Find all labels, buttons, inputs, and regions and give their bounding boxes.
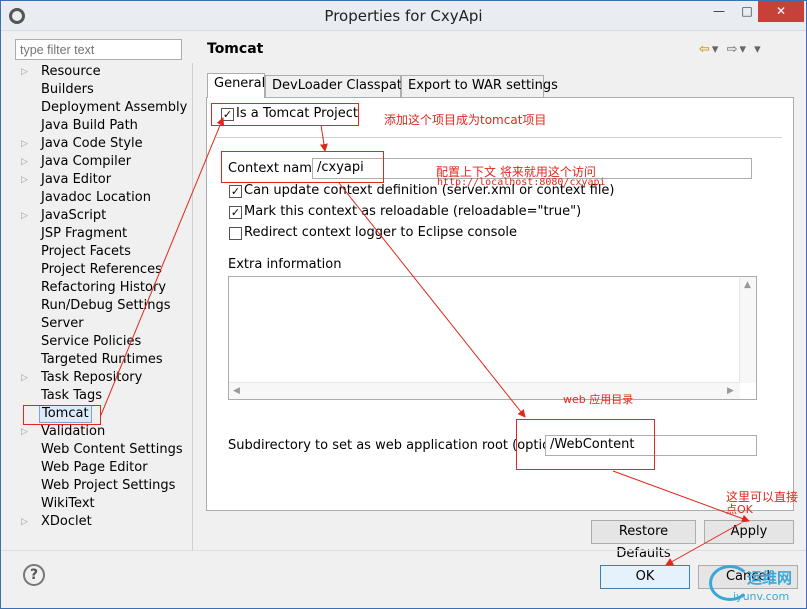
tree-item-label: Web Content Settings xyxy=(41,442,183,457)
watermark-url: iyunv.com xyxy=(733,590,790,603)
tree-item-label: Task Repository xyxy=(41,370,143,385)
extra-info-label: Extra information xyxy=(228,257,342,272)
tree-item-label: Java Code Style xyxy=(41,136,143,151)
tree-item-label: Task Tags xyxy=(41,388,102,403)
expand-arrow-icon[interactable]: ▷ xyxy=(21,171,28,189)
properties-dialog: Properties for CxyApi — □ ✕ ▷ Resource Bui… xyxy=(0,0,807,609)
back-arrow-icon[interactable]: ⇦ xyxy=(699,42,712,57)
scroll-right-icon[interactable]: ▶ xyxy=(727,386,734,396)
tab-general[interactable]: General xyxy=(207,73,265,98)
tree-item-label: Deployment Assembly xyxy=(41,100,188,115)
page-title: Tomcat xyxy=(207,41,264,57)
restore-defaults-button[interactable]: Restore Defaults xyxy=(591,520,696,561)
annotation-box-subdir xyxy=(516,419,655,470)
expand-arrow-icon[interactable]: ▷ xyxy=(21,369,28,387)
apply-button[interactable]: Apply xyxy=(704,520,794,544)
tree-item-label: Server xyxy=(41,316,84,331)
filter-input[interactable] xyxy=(15,39,182,60)
tree-item-label: Javadoc Location xyxy=(41,190,151,205)
extra-info-textarea[interactable]: ▲ ◀ ▶ xyxy=(228,276,757,400)
scroll-left-icon[interactable]: ◀ xyxy=(233,386,240,396)
reloadable-checkbox[interactable]: ✓ xyxy=(229,206,242,219)
nav-history: ⇦▾ ⇨▾ ▾ xyxy=(699,42,763,57)
annotation-box-tomcat-tree xyxy=(23,405,101,425)
ok-button[interactable]: OK xyxy=(600,565,690,589)
tree-item-label: Refactoring History xyxy=(41,280,167,295)
tree-item-label: Validation xyxy=(41,424,106,439)
title-bar: Properties for CxyApi — □ ✕ xyxy=(1,1,806,31)
tree-item-label: WikiText xyxy=(41,496,95,511)
vertical-scrollbar[interactable]: ▲ xyxy=(739,277,756,383)
close-button[interactable]: ✕ xyxy=(758,1,804,22)
scroll-up-icon[interactable]: ▲ xyxy=(744,280,751,290)
expand-arrow-icon[interactable]: ▷ xyxy=(21,135,28,153)
tree-item-label: Java Editor xyxy=(41,172,112,187)
annotation-ok-hint-line2: 点OK xyxy=(726,503,753,516)
tab-devloader-classpath[interactable]: DevLoader Classpath xyxy=(265,75,410,97)
redirect-logger-checkbox[interactable] xyxy=(229,227,242,240)
view-menu-icon[interactable]: ▾ xyxy=(754,42,763,57)
chevron-down-icon[interactable]: ▾ xyxy=(712,42,721,57)
tree-item-label: JavaScript xyxy=(41,208,107,223)
maximize-button[interactable]: □ xyxy=(733,1,761,22)
annotation-tomcat-project: 添加这个项目成为tomcat项目 xyxy=(384,113,547,127)
redirect-logger-label: Redirect context logger to Eclipse conso… xyxy=(244,225,518,240)
annotation-context-url: http://localhost:8080/cxyapi xyxy=(437,177,606,188)
expand-arrow-icon[interactable]: ▷ xyxy=(21,513,28,531)
tree-item-label: Run/Debug Settings xyxy=(41,298,171,313)
tree-item-label: Builders xyxy=(41,82,94,97)
minimize-button[interactable]: — xyxy=(705,1,733,22)
footer-separator xyxy=(1,550,806,551)
tree-item-label: Service Policies xyxy=(41,334,142,349)
watermark-name: 运维网 xyxy=(747,569,793,587)
tree-item-label: Web Project Settings xyxy=(41,478,176,493)
expand-arrow-icon[interactable]: ▷ xyxy=(21,63,28,81)
reloadable-label: Mark this context as reloadable (reloada… xyxy=(244,204,582,219)
tree-item-label: Project References xyxy=(41,262,162,277)
annotation-web-dir: web 应用目录 xyxy=(563,393,634,406)
help-icon[interactable]: ? xyxy=(23,564,45,586)
tree-item-label: Java Build Path xyxy=(41,118,138,133)
forward-arrow-icon[interactable]: ⇨ xyxy=(727,42,740,57)
horizontal-scrollbar[interactable]: ◀ ▶ xyxy=(229,382,740,399)
annotation-box-tomcat-project xyxy=(211,103,359,126)
tree-item-label: Resource xyxy=(41,64,101,79)
expand-arrow-icon[interactable]: ▷ xyxy=(21,423,28,441)
tree-item-label: XDoclet xyxy=(41,514,92,529)
expand-arrow-icon[interactable]: ▷ xyxy=(21,207,28,225)
tree-item-label: Web Page Editor xyxy=(41,460,148,475)
group-separator xyxy=(216,137,782,138)
annotation-box-context-name xyxy=(221,151,384,183)
expand-arrow-icon[interactable]: ▷ xyxy=(21,153,28,171)
window-title: Properties for CxyApi xyxy=(324,7,483,25)
tree-item-label: Java Compiler xyxy=(41,154,132,169)
tree-item-label: Project Facets xyxy=(41,244,131,259)
tree-item-label: JSP Fragment xyxy=(41,226,128,241)
tab-export-war[interactable]: Export to WAR settings xyxy=(401,75,558,97)
tree-item-label: Targeted Runtimes xyxy=(41,352,163,367)
chevron-down-icon[interactable]: ▾ xyxy=(739,42,748,57)
property-tree: ▷ Resource Builders Deployment Assembly Java… xyxy=(7,63,193,550)
can-update-checkbox[interactable]: ✓ xyxy=(229,185,242,198)
